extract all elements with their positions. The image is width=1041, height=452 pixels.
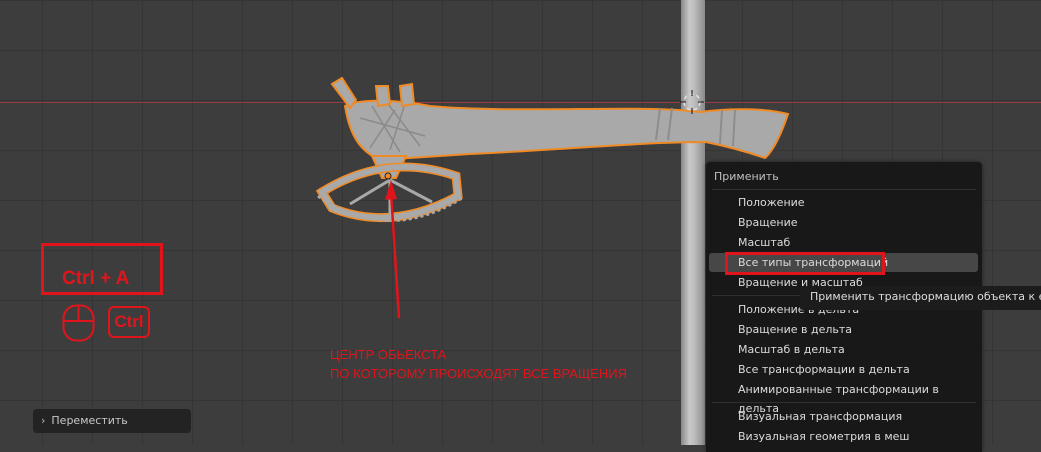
menu-item-visual-geometry-to-mesh[interactable]: Визуальная геометрия в меш: [709, 427, 978, 446]
menu-item-scale[interactable]: Масштаб: [709, 233, 978, 252]
apply-menu-title: Применить: [714, 170, 779, 183]
mouse-icon: [62, 304, 95, 342]
last-operator-label: Переместить: [51, 414, 128, 427]
menu-item-rotation[interactable]: Вращение: [709, 213, 978, 232]
menu-item-animated-transforms-delta[interactable]: Анимированные трансформации в дельта: [709, 380, 978, 415]
shortcut-label: Ctrl + A: [62, 268, 130, 289]
menu-item-scale-delta[interactable]: Масштаб в дельта: [709, 340, 978, 359]
ctrl-key-icon: Ctrl: [108, 306, 150, 338]
menu-item-location[interactable]: Положение: [709, 193, 978, 212]
last-operator-panel[interactable]: › Переместить: [33, 409, 191, 433]
menu-item-all-transforms-delta[interactable]: Все трансформации в дельта: [709, 360, 978, 379]
menu-divider: [712, 189, 976, 190]
annotation-line-1: ЦЕНТР ОБЬЕКСТА: [330, 347, 447, 362]
chevron-right-icon: ›: [41, 414, 46, 427]
menu-item-visual-transform[interactable]: Визуальная трансформация: [709, 407, 978, 426]
menu-divider: [712, 402, 976, 403]
tooltip: Применить трансформацию объекта к его: [800, 286, 1041, 310]
object-origin-dot: [384, 172, 392, 180]
menu-item-highlight-box: [725, 252, 885, 275]
annotation-arrow: [385, 180, 401, 319]
menu-item-rotation-delta[interactable]: Вращение в дельта: [709, 320, 978, 339]
annotation-line-2: ПО КОТОРОМУ ПРОИСХОДЯТ ВСЕ ВРАЩЕНИЯ: [330, 366, 627, 381]
